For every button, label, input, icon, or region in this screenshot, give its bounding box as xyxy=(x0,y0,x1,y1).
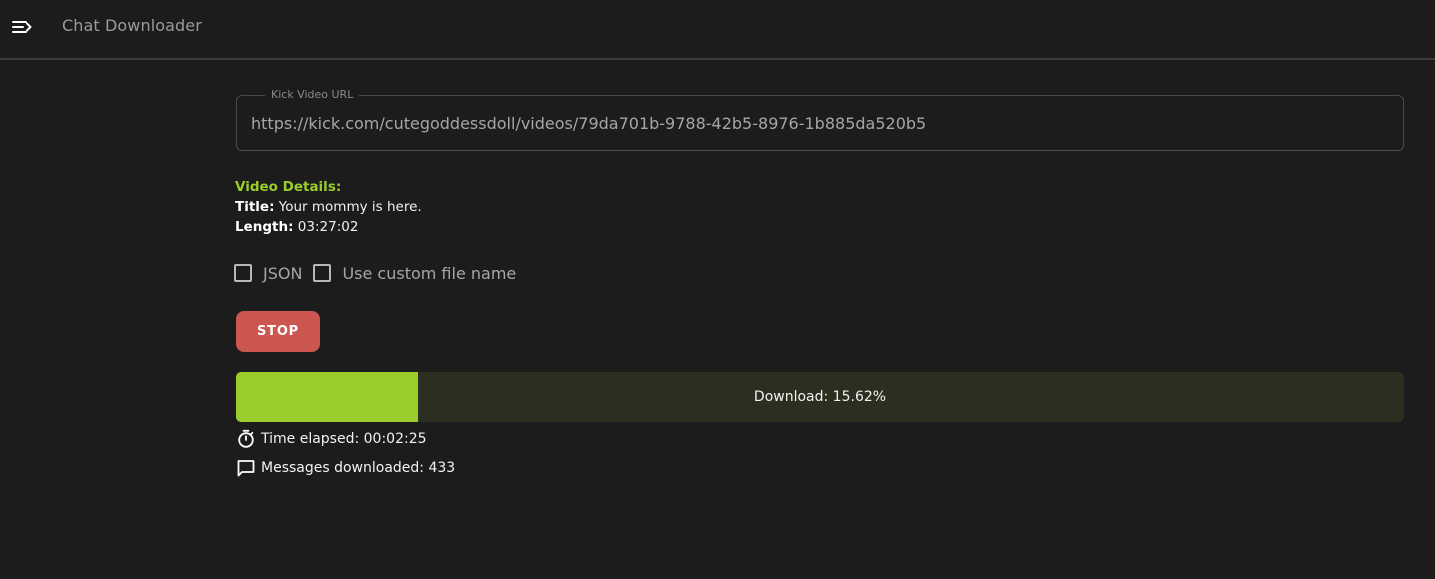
custom-filename-option[interactable]: Use custom file name xyxy=(313,264,516,283)
json-checkbox[interactable] xyxy=(234,264,252,282)
video-url-label: Kick Video URL xyxy=(265,88,360,101)
custom-filename-checkbox[interactable] xyxy=(313,264,332,282)
app-bar: Chat Downloader xyxy=(0,0,1435,60)
video-title-value: Your mommy is here. xyxy=(278,199,422,215)
menu-open-icon[interactable] xyxy=(8,14,36,40)
messages-downloaded-text: Messages downloaded: 433 xyxy=(261,460,456,476)
custom-filename-option-label: Use custom file name xyxy=(342,263,517,283)
messages-downloaded-row: Messages downloaded: 433 xyxy=(236,458,455,478)
video-length-label: Length: xyxy=(235,219,294,235)
video-length-row: Length: 03:27:02 xyxy=(235,217,422,237)
video-details-heading: Video Details: xyxy=(235,179,342,195)
time-elapsed-row: Time elapsed: 00:02:25 xyxy=(236,429,427,449)
video-title-row: Title: Your mommy is here. xyxy=(235,197,422,217)
download-options: JSON Use custom file name xyxy=(234,262,527,284)
chat-bubble-icon xyxy=(237,460,255,477)
video-details: Video Details: Title: Your mommy is here… xyxy=(235,177,422,237)
download-progress-label: Download: 15.62% xyxy=(753,389,887,405)
video-length-value: 03:27:02 xyxy=(297,219,359,235)
stop-button[interactable]: STOP xyxy=(236,311,320,352)
video-url-field[interactable]: Kick Video URL xyxy=(236,88,1404,151)
json-option[interactable]: JSON xyxy=(234,264,302,283)
download-progress-bar: Download: 15.62% xyxy=(236,372,1404,422)
video-url-input[interactable] xyxy=(251,108,1381,138)
video-title-label: Title: xyxy=(235,199,275,215)
timer-icon xyxy=(238,429,254,448)
app-title: Chat Downloader xyxy=(62,16,202,35)
json-option-label: JSON xyxy=(263,263,303,283)
time-elapsed-text: Time elapsed: 00:02:25 xyxy=(261,431,427,447)
